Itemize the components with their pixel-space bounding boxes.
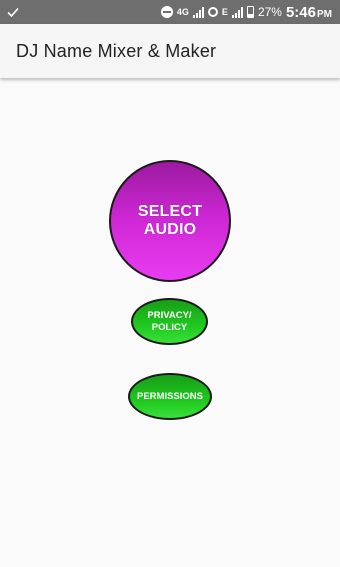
privacy-line-2: POLICY [151, 321, 188, 333]
battery-percentage: 27% [257, 5, 282, 19]
permissions-label: PERMISSIONS [137, 391, 203, 402]
app-bar: DJ Name Mixer & Maker [0, 24, 340, 78]
clock: 5:46PM [286, 4, 332, 21]
privacy-policy-button[interactable]: PRIVACY/ POLICY [131, 298, 208, 345]
vpn-icon [207, 7, 218, 17]
app-title: DJ Name Mixer & Maker [16, 40, 217, 61]
signal-icon-2 [231, 6, 243, 18]
status-bar: 4G E 27% 5:46PM [0, 0, 340, 24]
select-audio-button[interactable]: SELECT AUDIO [109, 160, 231, 282]
privacy-line-1: PRIVACY/ [147, 309, 192, 321]
privacy-policy-label: PRIVACY/ POLICY [147, 310, 191, 334]
select-audio-label: SELECT AUDIO [137, 203, 203, 238]
battery-icon [246, 6, 254, 18]
status-right: 4G E 27% 5:46PM [160, 4, 332, 21]
signal-icon [192, 6, 204, 18]
clock-time: 5:46 [285, 3, 316, 21]
check-icon [7, 7, 19, 18]
clock-ampm: PM [317, 8, 332, 20]
network-type-label-2: E [221, 7, 228, 17]
status-left [6, 5, 20, 19]
permissions-button[interactable]: PERMISSIONS [128, 373, 212, 420]
network-type-label: 4G [176, 7, 189, 17]
dnd-icon [160, 6, 173, 18]
